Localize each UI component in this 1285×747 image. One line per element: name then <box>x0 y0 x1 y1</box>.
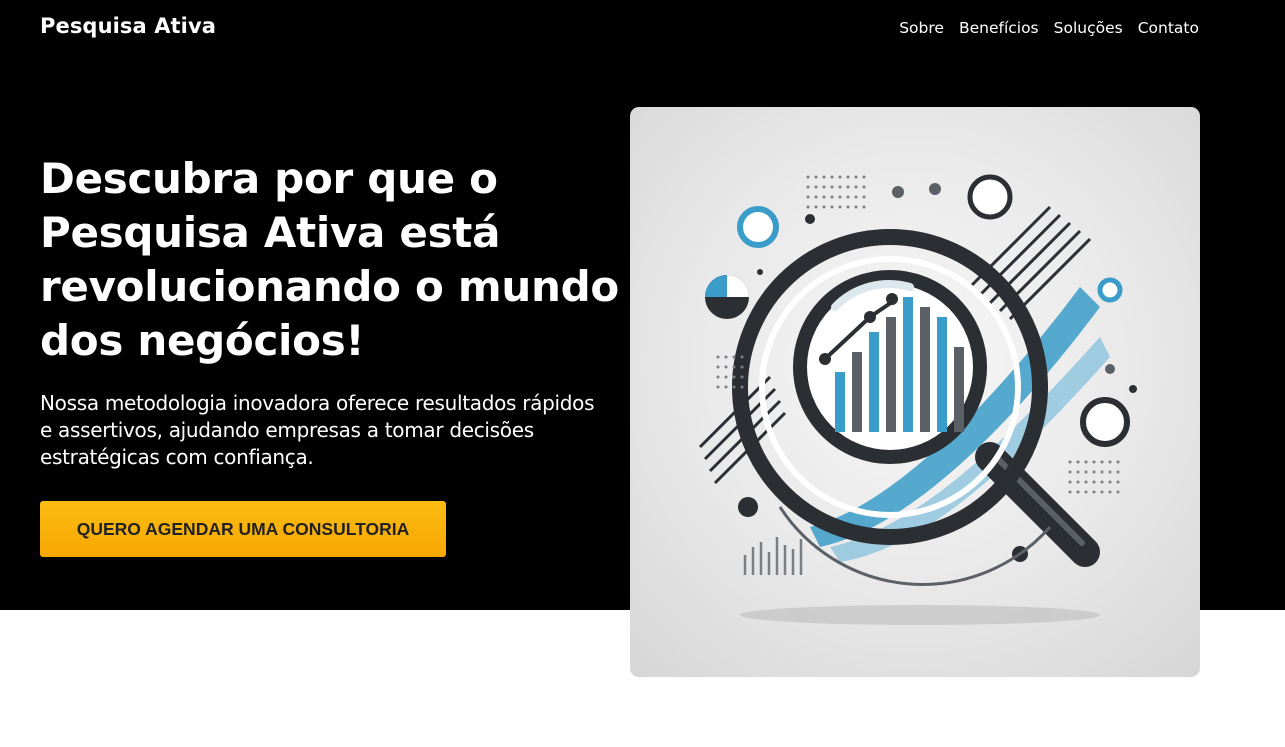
hero-headline: Descubra por que o Pesquisa Ativa está r… <box>40 154 619 365</box>
nav-link-beneficios[interactable]: Benefícios <box>959 19 1039 37</box>
main-nav: Sobre Benefícios Soluções Contato <box>899 19 1199 37</box>
hero-subtext: Nossa metodologia inovadora oferece resu… <box>40 391 595 469</box>
nav-link-contato[interactable]: Contato <box>1138 19 1199 37</box>
nav-link-sobre[interactable]: Sobre <box>899 19 944 37</box>
schedule-consultation-button[interactable]: QUERO AGENDAR UMA CONSULTORIA <box>40 501 446 557</box>
brand-logo[interactable]: Pesquisa Ativa <box>40 14 216 38</box>
magnifier-chart-icon <box>698 174 1137 625</box>
nav-link-solucoes[interactable]: Soluções <box>1054 19 1123 37</box>
hero-illustration <box>630 107 1200 677</box>
